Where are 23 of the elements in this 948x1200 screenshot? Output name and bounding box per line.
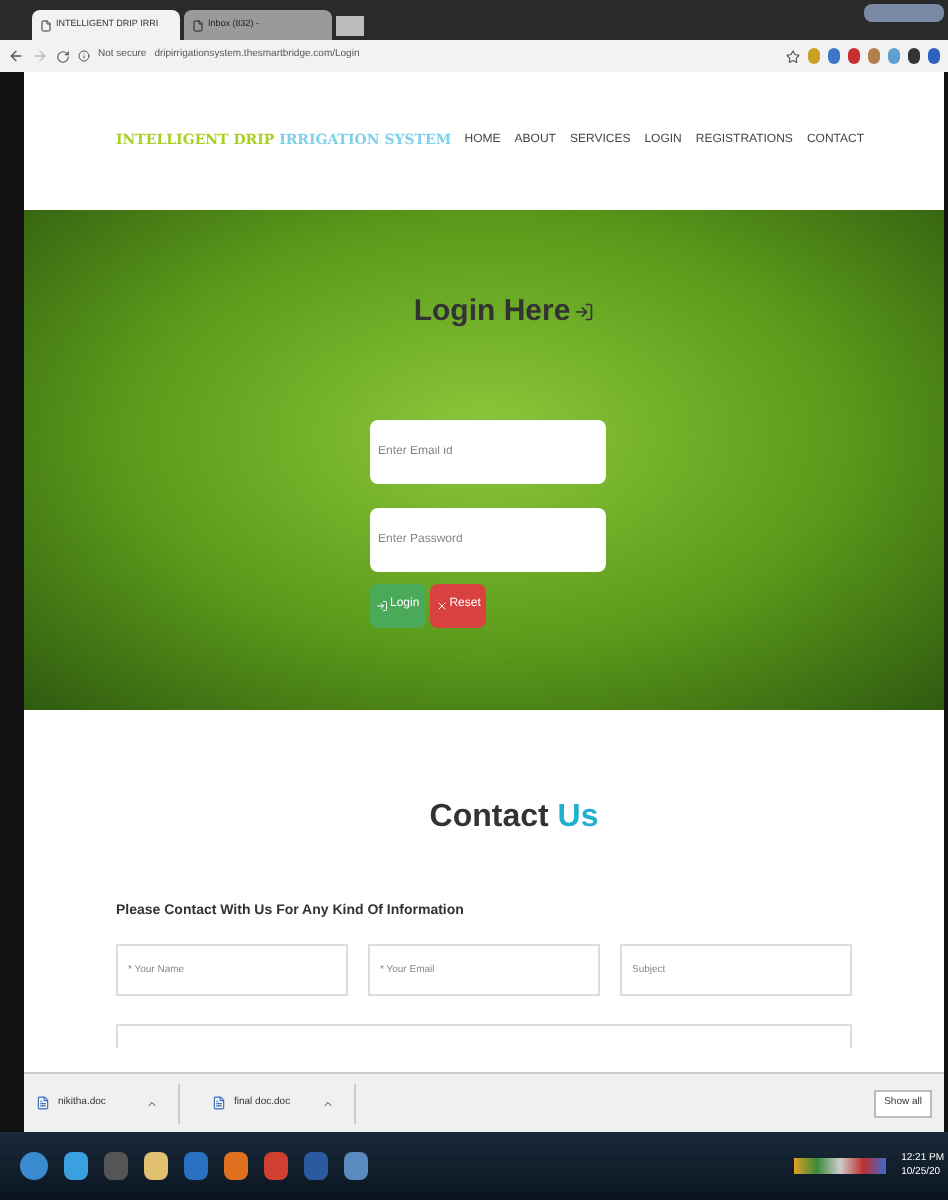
login-icon (376, 599, 388, 611)
taskbar-app-icon[interactable] (64, 1152, 88, 1180)
reload-icon[interactable] (56, 49, 70, 63)
login-icon (574, 302, 595, 323)
taskbar-app-icon[interactable] (224, 1152, 248, 1180)
start-button[interactable] (20, 1152, 48, 1180)
chevron-icon[interactable] (146, 1097, 158, 1109)
message-field[interactable] (116, 1023, 852, 1047)
document-icon (212, 1096, 226, 1110)
taskbar-app-icon[interactable] (344, 1152, 368, 1180)
page-icon (192, 19, 204, 31)
info-icon (78, 50, 90, 62)
document-icon (36, 1096, 50, 1110)
page-icon (40, 19, 52, 31)
back-icon[interactable] (8, 48, 24, 64)
chevron-icon[interactable] (322, 1097, 334, 1109)
bookmark-star-icon[interactable] (786, 49, 800, 63)
login-title: Login Here (413, 292, 571, 332)
x-icon (435, 599, 448, 611)
window-controls[interactable] (864, 4, 944, 22)
taskbar-app-icon[interactable] (144, 1152, 168, 1180)
contact-title: Contact (429, 800, 549, 834)
contact-title-accent: Us (557, 800, 599, 834)
